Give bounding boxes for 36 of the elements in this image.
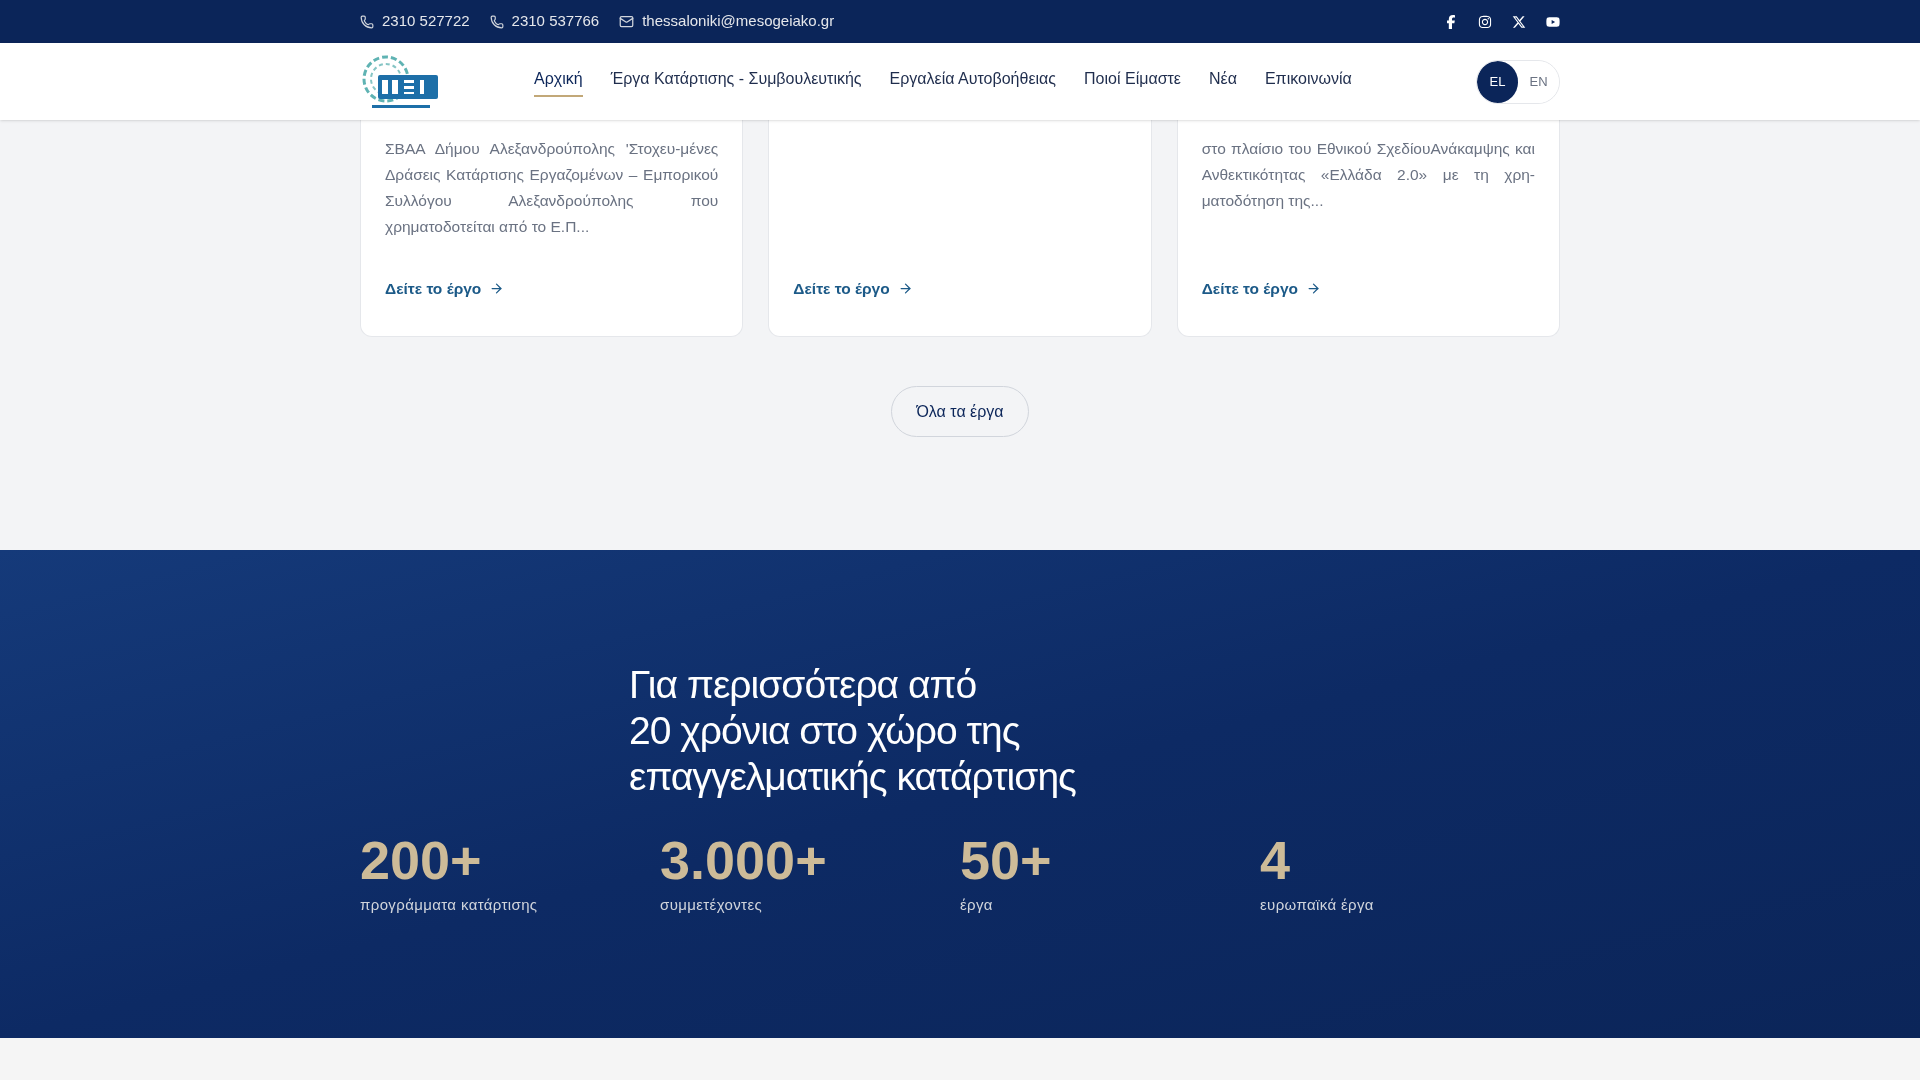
nav-link[interactable]: Έργα Κατάρτισης - Συμβουλευτικής xyxy=(610,66,862,97)
facebook-icon[interactable] xyxy=(1444,14,1458,29)
stat-label: έργα xyxy=(960,895,993,915)
stat-value: 200+ xyxy=(360,830,482,890)
card-description: ΣΒΑΑ Δήμου Αλεξανδρούπολης 'Στοχευ-μένες Δράσεις Κατάρτισης Εργαζομένων – Εμπορικού Συλλόγου Αλεξανδρούπολης που χρηματοδοτείται από το Ε.Π... xyxy=(385,139,719,237)
arrow-icon xyxy=(489,280,505,296)
nav-link[interactable]: Νέα xyxy=(1209,66,1237,97)
stat-label: συμμετέχοντες xyxy=(660,895,763,915)
nav-link[interactable]: Επικοινωνία xyxy=(1264,66,1352,97)
stat-value: 4 xyxy=(1260,830,1291,890)
stat-label: προγράμματα κατάρτισης xyxy=(360,895,538,915)
language-button[interactable]: EL xyxy=(1477,60,1518,103)
contact-link[interactable]: 2310 537766 xyxy=(511,10,600,33)
phone-icon xyxy=(360,14,374,29)
project-link[interactable]: Δείτε το έργο xyxy=(793,276,1127,300)
contact-link[interactable]: thessaloniki@mesogeiako.gr xyxy=(642,10,835,33)
all-projects-button[interactable]: Όλα τα έργα xyxy=(891,386,1029,437)
stat-label: ευρωπαϊκά έργα xyxy=(1260,895,1374,915)
stat-value: 3.000+ xyxy=(660,830,827,890)
contact-link[interactable]: 2310 527722 xyxy=(382,10,470,33)
phone-icon xyxy=(489,14,504,29)
section-heading: Για περισσότερα από 20 χρόνια στο χώρο της επαγγελματικής κατάρτισης xyxy=(629,662,1077,800)
stat-value: 50+ xyxy=(960,830,1052,890)
arrow-icon xyxy=(897,280,913,296)
nav-link[interactable]: Αρχική xyxy=(534,66,583,97)
instagram-icon[interactable] xyxy=(1478,14,1492,29)
card-description: στο πλαίσιο του Εθνικού ΣχεδίουΑνάκαμψης και Ανθεκτικότητας «Ελλάδα 2.0» με τη χρη-ματοδότηση της... xyxy=(1201,139,1535,211)
mail-icon xyxy=(619,14,635,29)
language-button[interactable]: EN xyxy=(1518,60,1559,103)
nav-link[interactable]: Ποιοί Είμαστε xyxy=(1084,66,1181,97)
project-link[interactable]: Δείτε το έργο xyxy=(385,276,719,300)
project-link[interactable]: Δείτε το έργο xyxy=(1201,276,1535,300)
arrow-icon xyxy=(1306,280,1321,296)
x-icon[interactable] xyxy=(1512,14,1526,29)
youtube-icon[interactable] xyxy=(1546,14,1560,29)
nav-link[interactable]: Εργαλεία Αυτοβοήθειας xyxy=(889,66,1057,97)
